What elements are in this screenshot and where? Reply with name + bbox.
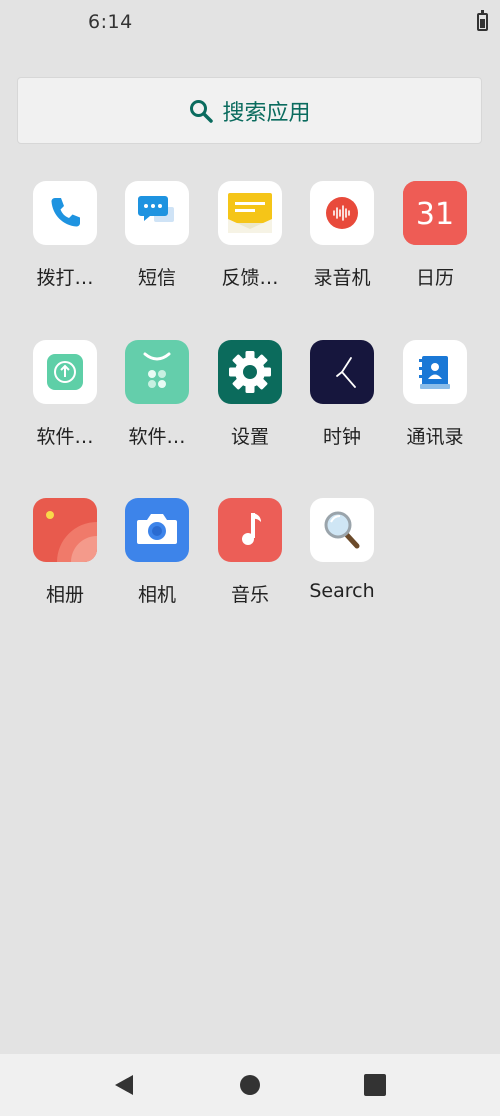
recents-button[interactable] — [363, 1073, 387, 1097]
recorder-icon — [310, 181, 374, 245]
app-label: 拨打… — [36, 267, 94, 289]
gallery-icon — [33, 498, 97, 562]
back-button[interactable] — [112, 1073, 136, 1097]
app-label: 设置 — [230, 426, 269, 448]
contacts-icon — [403, 340, 467, 404]
clock-icon — [310, 340, 374, 404]
battery-icon — [477, 10, 488, 31]
app-label: 相机 — [137, 584, 176, 606]
store-icon — [125, 340, 189, 404]
app-search-bar[interactable]: 搜索应用 — [17, 77, 482, 144]
status-bar: 6:14 — [0, 0, 500, 44]
home-icon — [240, 1075, 260, 1095]
app-label: 音乐 — [230, 584, 269, 606]
music-icon — [218, 498, 282, 562]
app-label: 相册 — [45, 584, 84, 606]
app-label: 时钟 — [322, 426, 361, 448]
update-icon — [33, 340, 97, 404]
calendar-icon: 31 — [403, 181, 467, 245]
home-button[interactable] — [238, 1073, 262, 1097]
app-label: 反馈… — [221, 267, 279, 289]
navigation-bar — [0, 1054, 500, 1116]
search-icon — [190, 99, 214, 123]
message-icon — [125, 181, 189, 245]
gear-icon — [218, 340, 282, 404]
search-label: 搜索应用 — [222, 100, 311, 126]
app-label: 录音机 — [313, 267, 371, 289]
status-time: 6:14 — [88, 11, 133, 33]
magnifier-icon — [310, 498, 374, 562]
back-icon — [115, 1075, 133, 1095]
app-label: 通讯录 — [406, 426, 464, 448]
app-label: 软件… — [128, 426, 186, 448]
app-label: 短信 — [137, 267, 176, 289]
app-label: 日历 — [415, 267, 454, 289]
recents-icon — [364, 1074, 386, 1096]
feedback-icon — [218, 181, 282, 245]
camera-icon — [125, 498, 189, 562]
calendar-day: 31 — [416, 197, 454, 232]
app-label: Search — [309, 580, 375, 602]
phone-icon — [33, 181, 97, 245]
app-label: 软件… — [36, 426, 94, 448]
